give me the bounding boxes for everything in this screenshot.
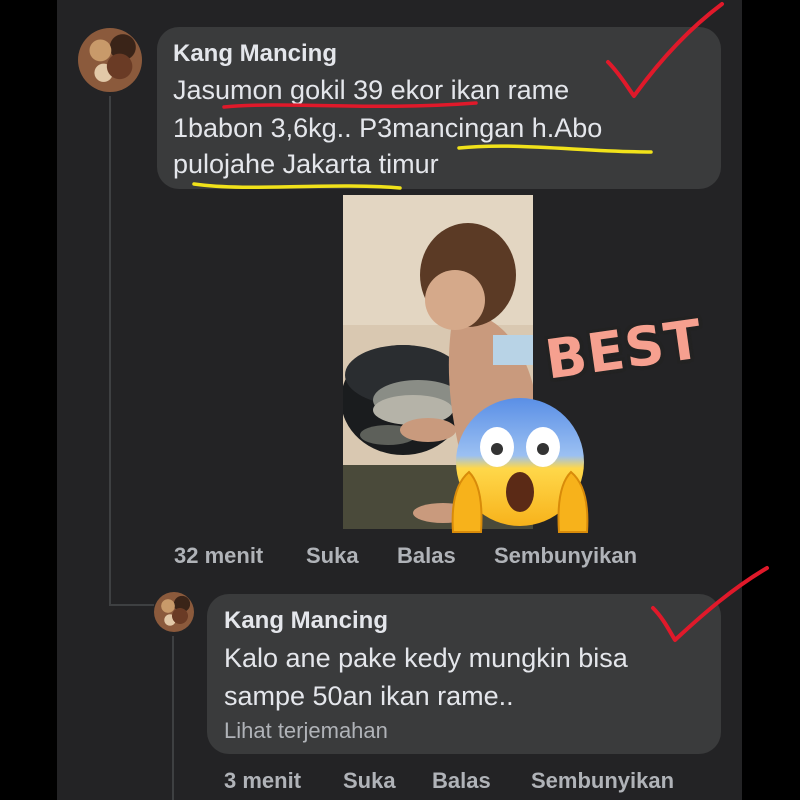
red-underline: [222, 101, 478, 109]
reply-line-1: Kalo ane pake kedy mungkin bisa: [224, 643, 628, 673]
hide-button[interactable]: Sembunyikan: [494, 543, 637, 569]
reply-author[interactable]: Kang Mancing: [224, 607, 388, 635]
like-button[interactable]: Suka: [343, 768, 396, 794]
hide-button[interactable]: Sembunyikan: [531, 768, 674, 794]
comment-time[interactable]: 32 menit: [174, 543, 263, 569]
reply-actions: 3 menit Suka Balas Sembunyikan: [0, 768, 800, 798]
see-translation-link[interactable]: Lihat terjemahan: [224, 718, 388, 744]
comment-author[interactable]: Kang Mancing: [173, 40, 337, 68]
checkmark-icon: [606, 2, 724, 98]
reply-button[interactable]: Balas: [432, 768, 491, 794]
screaming-face-emoji-icon: [451, 398, 589, 533]
reply-button[interactable]: Balas: [397, 543, 456, 569]
avatar[interactable]: [78, 28, 142, 92]
avatar[interactable]: [154, 592, 194, 632]
reply-time[interactable]: 3 menit: [224, 768, 301, 794]
checkmark-icon: [651, 566, 769, 642]
thread-line: [109, 96, 111, 606]
yellow-underline-2: [192, 182, 402, 190]
thread-branch: [109, 604, 154, 606]
yellow-underline-1: [457, 144, 653, 154]
reply-line-2: sampe 50an ikan rame..: [224, 681, 514, 711]
like-button[interactable]: Suka: [306, 543, 359, 569]
